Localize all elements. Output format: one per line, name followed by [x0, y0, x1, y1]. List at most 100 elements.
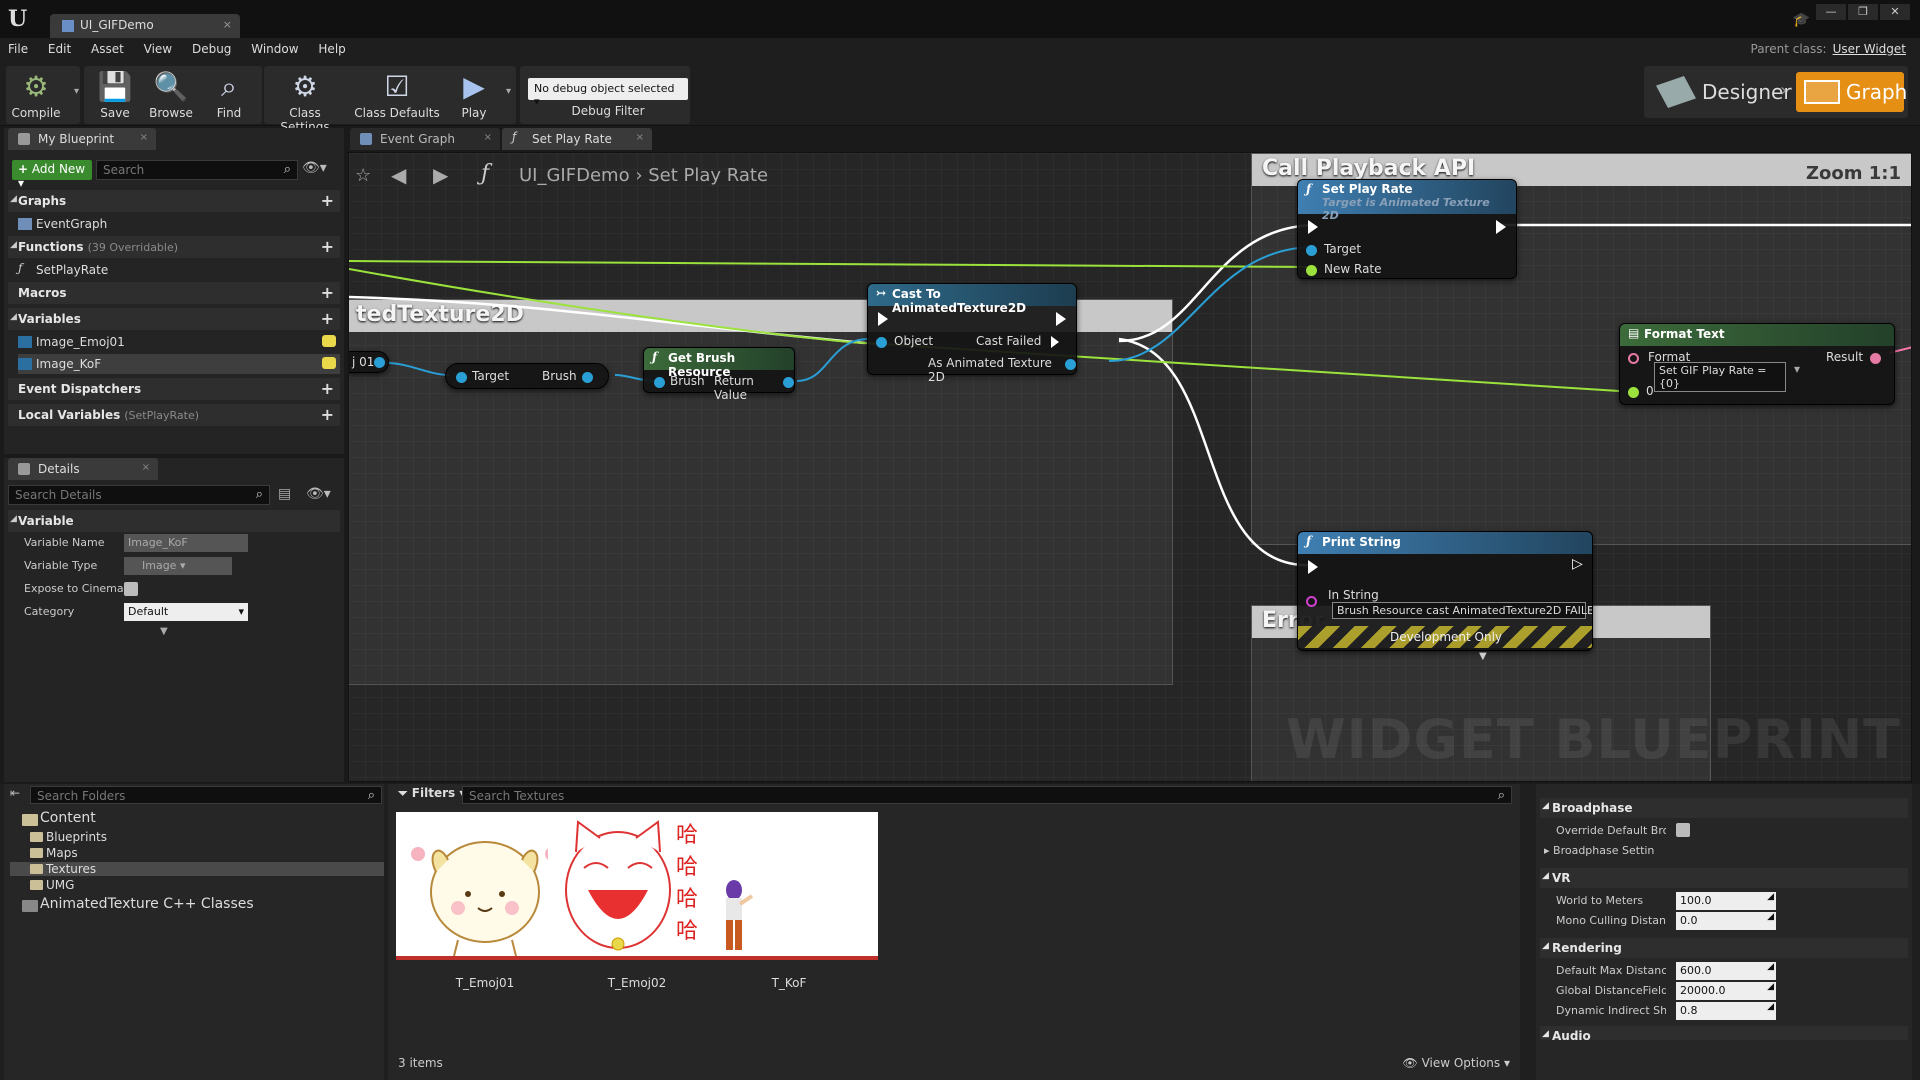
spinner-icon[interactable]: ◢: [1767, 892, 1774, 902]
return-value-pin[interactable]: Return Value: [714, 374, 794, 402]
variable-name-field[interactable]: Image_KoF: [124, 534, 248, 552]
add-new-button[interactable]: + Add New ▾: [12, 160, 92, 190]
spinner-icon[interactable]: ◢: [1767, 982, 1774, 992]
close-tab-icon[interactable]: ×: [223, 18, 232, 31]
close-tab-icon[interactable]: ×: [636, 132, 644, 143]
node-set-play-rate[interactable]: ƒ Set Play Rate Target is Animated Textur…: [1297, 179, 1517, 279]
graph-item-eventgraph[interactable]: EventGraph: [18, 214, 340, 234]
spinner-icon[interactable]: ◢: [1767, 1002, 1774, 1012]
vr-section-header[interactable]: ◢ VR: [1540, 868, 1908, 888]
audio-section-header[interactable]: ◢ Audio: [1540, 1026, 1908, 1040]
rendering-section-header[interactable]: ◢ Rendering: [1540, 938, 1908, 958]
close-tab-icon[interactable]: ×: [484, 132, 492, 143]
maximize-button[interactable]: ❐: [1848, 4, 1878, 20]
close-tab-icon[interactable]: ×: [142, 462, 150, 473]
arg-zero-pin[interactable]: 0: [1628, 384, 1654, 398]
in-string-pin[interactable]: In String: [1306, 588, 1379, 607]
folder-search-input[interactable]: Search Folders ⌕: [30, 786, 382, 804]
menu-window[interactable]: Window: [243, 38, 306, 60]
exec-out-pin[interactable]: [1056, 312, 1066, 326]
expand-advanced-icon[interactable]: ▼: [160, 626, 168, 637]
broadphase-section-header[interactable]: ◢ Broadphase: [1540, 798, 1908, 818]
as-animated-texture-pin[interactable]: As Animated Texture 2D: [928, 356, 1076, 384]
document-tab[interactable]: UI_GIFDemo ×: [50, 14, 240, 38]
variable-item-image-emoj01[interactable]: Image_Emoj01: [18, 332, 340, 352]
menu-file[interactable]: File: [0, 38, 36, 60]
expand-node-icon[interactable]: ▼: [1479, 651, 1487, 662]
browse-button[interactable]: 🔍 Browse: [144, 66, 198, 124]
class-defaults-button[interactable]: ☑ Class Defaults: [354, 66, 440, 124]
node-format-text[interactable]: ▤ Format Text Format Set GIF Play Rate = …: [1619, 323, 1895, 405]
details-search-input[interactable]: Search Details ⌕: [8, 485, 270, 505]
add-graph-icon[interactable]: +: [321, 191, 334, 210]
property-matrix-icon[interactable]: ▤: [278, 486, 291, 502]
tab-set-play-rate[interactable]: ƒ Set Play Rate ×: [502, 128, 652, 150]
play-options-dropdown[interactable]: ▾: [500, 66, 512, 124]
filters-button[interactable]: ⏷ Filters ▾: [398, 786, 465, 801]
add-macro-icon[interactable]: +: [321, 283, 334, 302]
view-options-eye-icon[interactable]: 👁▾: [306, 486, 331, 502]
visibility-eye-icon[interactable]: [322, 357, 336, 369]
find-button[interactable]: ⌕ Find: [204, 66, 254, 124]
add-dispatcher-icon[interactable]: +: [321, 379, 334, 398]
exec-out-pin[interactable]: [1496, 220, 1506, 234]
target-pin[interactable]: Target: [1306, 242, 1361, 256]
add-local-variable-icon[interactable]: +: [321, 405, 334, 424]
debug-object-select[interactable]: No debug object selected ▾: [528, 78, 688, 108]
brush-output-pin[interactable]: Brush: [542, 369, 593, 383]
folder-cpp-classes[interactable]: AnimatedTexture C++ Classes: [10, 896, 254, 912]
new-rate-pin[interactable]: New Rate: [1306, 262, 1382, 276]
override-broadphase-checkbox[interactable]: [1676, 823, 1690, 837]
exec-in-pin[interactable]: [1308, 560, 1318, 574]
close-window-button[interactable]: ✕: [1880, 4, 1910, 20]
brush-input-pin[interactable]: Brush: [654, 374, 705, 388]
menu-help[interactable]: Help: [310, 38, 353, 60]
sources-toggle-icon[interactable]: ⇤: [10, 786, 20, 800]
folder-maps[interactable]: Maps: [30, 846, 78, 860]
minimize-button[interactable]: —: [1816, 4, 1846, 20]
node-cast-to-animatedtexture2d[interactable]: ↣ Cast To AnimatedTexture2D Object Cast F…: [867, 283, 1077, 384]
graph-canvas[interactable]: tedTexture2D Call Playback API Error ☆ ◀…: [348, 152, 1912, 782]
graphs-section-header[interactable]: ◢ Graphs +: [8, 190, 340, 212]
variable-type-select[interactable]: Image ▾: [124, 557, 232, 575]
variables-section-header[interactable]: ◢ Variables +: [8, 308, 340, 330]
folder-content[interactable]: Content: [10, 810, 96, 826]
asset-tile-t-kof[interactable]: T_KoF: [700, 812, 878, 990]
variable-section-header[interactable]: ◢ Variable: [8, 510, 340, 532]
dynamic-indirect-shadows-field[interactable]: 0.8 ◢: [1676, 1002, 1776, 1020]
broadphase-settings-row[interactable]: ▸ Broadphase Settings: [1540, 840, 1908, 862]
folder-umg[interactable]: UMG: [30, 878, 74, 892]
node-brush-getter[interactable]: Target Brush: [445, 363, 609, 389]
world-to-meters-field[interactable]: 100.0 ◢: [1676, 892, 1776, 910]
menu-view[interactable]: View: [136, 38, 180, 60]
designer-mode-button[interactable]: Designer: [1656, 74, 1792, 110]
play-button[interactable]: ▶ Play: [452, 66, 496, 124]
menu-edit[interactable]: Edit: [40, 38, 79, 60]
graph-mode-button[interactable]: Graph: [1796, 72, 1907, 112]
local-variables-section-header[interactable]: Local Variables (SetPlayRate) +: [8, 404, 340, 426]
variable-item-image-kof[interactable]: Image_KoF: [18, 354, 340, 374]
macros-section-header[interactable]: Macros +: [8, 282, 340, 304]
asset-search-input[interactable]: Search Textures ⌕: [462, 786, 1512, 804]
visibility-eye-icon[interactable]: [322, 335, 336, 347]
global-distancefield-field[interactable]: 20000.0 ◢: [1676, 982, 1776, 1000]
folder-textures[interactable]: Textures: [10, 862, 384, 876]
exec-in-pin[interactable]: [1308, 220, 1318, 234]
my-blueprint-search-input[interactable]: Search ⌕: [96, 160, 298, 180]
object-input-pin[interactable]: Object: [876, 334, 933, 348]
my-blueprint-tab[interactable]: My Blueprint ×: [8, 128, 156, 150]
target-pin[interactable]: Target: [456, 369, 509, 383]
parent-class-link[interactable]: User Widget: [1833, 42, 1906, 56]
close-tab-icon[interactable]: ×: [140, 132, 148, 143]
graduation-cap-icon[interactable]: 🎓: [1793, 12, 1810, 28]
spinner-icon[interactable]: ◢: [1767, 962, 1774, 972]
format-options-chevron-icon[interactable]: ▾: [1794, 362, 1800, 376]
spinner-icon[interactable]: ◢: [1767, 912, 1774, 922]
folder-blueprints[interactable]: Blueprints: [30, 830, 107, 844]
category-select[interactable]: Default ▾: [124, 603, 248, 621]
tab-event-graph[interactable]: Event Graph ×: [350, 128, 500, 150]
menu-asset[interactable]: Asset: [83, 38, 132, 60]
function-item-setplayrate[interactable]: ƒ SetPlayRate: [18, 260, 340, 280]
add-variable-icon[interactable]: +: [321, 309, 334, 328]
details-tab[interactable]: Details ×: [8, 458, 158, 480]
